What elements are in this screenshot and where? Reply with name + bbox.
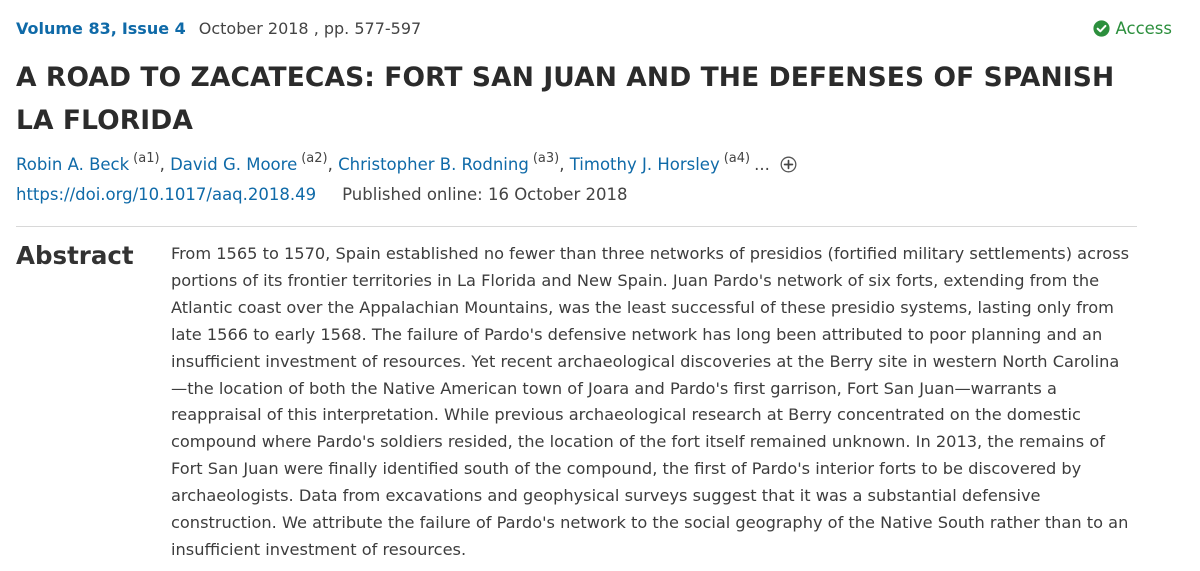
author-link[interactable]: Christopher B. Rodning	[338, 155, 529, 174]
author-affiliation[interactable]: (a2)	[301, 151, 327, 166]
issue-date-pages: October 2018 , pp. 577-597	[198, 18, 422, 38]
author-affiliation[interactable]: (a3)	[533, 151, 559, 166]
doi-link[interactable]: https://doi.org/10.1017/aaq.2018.49	[16, 185, 316, 204]
author-list: Robin A. Beck (a1), David G. Moore (a2),…	[16, 151, 797, 176]
volume-link[interactable]: Volume 83	[16, 19, 111, 38]
abstract-heading: Abstract	[16, 241, 134, 270]
author-link[interactable]: Robin A. Beck	[16, 155, 129, 174]
article-page: Volume 83 , Issue 4 October 2018 , pp. 5…	[0, 0, 1200, 571]
section-divider	[16, 226, 1137, 227]
author-affiliation[interactable]: (a1)	[133, 151, 159, 166]
issue-link[interactable]: Issue 4	[122, 19, 186, 38]
issue-meta: Volume 83 , Issue 4 October 2018 , pp. 5…	[16, 16, 421, 40]
access-badge: Access	[1092, 17, 1173, 39]
author-link[interactable]: David G. Moore	[170, 155, 297, 174]
article-title: A ROAD TO ZACATECAS: FORT SAN JUAN AND T…	[16, 62, 1115, 136]
access-label: Access	[1115, 18, 1173, 38]
doi-line: https://doi.org/10.1017/aaq.2018.49 Publ…	[16, 182, 627, 206]
plus-circle-icon[interactable]	[780, 156, 797, 173]
published-date: Published online: 16 October 2018	[342, 184, 628, 204]
author-affiliation[interactable]: (a4)	[724, 151, 750, 166]
issue-separator: ,	[110, 18, 117, 38]
check-circle-icon	[1092, 19, 1110, 37]
authors-ellipsis: ...	[754, 154, 770, 174]
author-link[interactable]: Timothy J. Horsley	[570, 155, 720, 174]
abstract-text: From 1565 to 1570, Spain established no …	[171, 244, 1130, 559]
